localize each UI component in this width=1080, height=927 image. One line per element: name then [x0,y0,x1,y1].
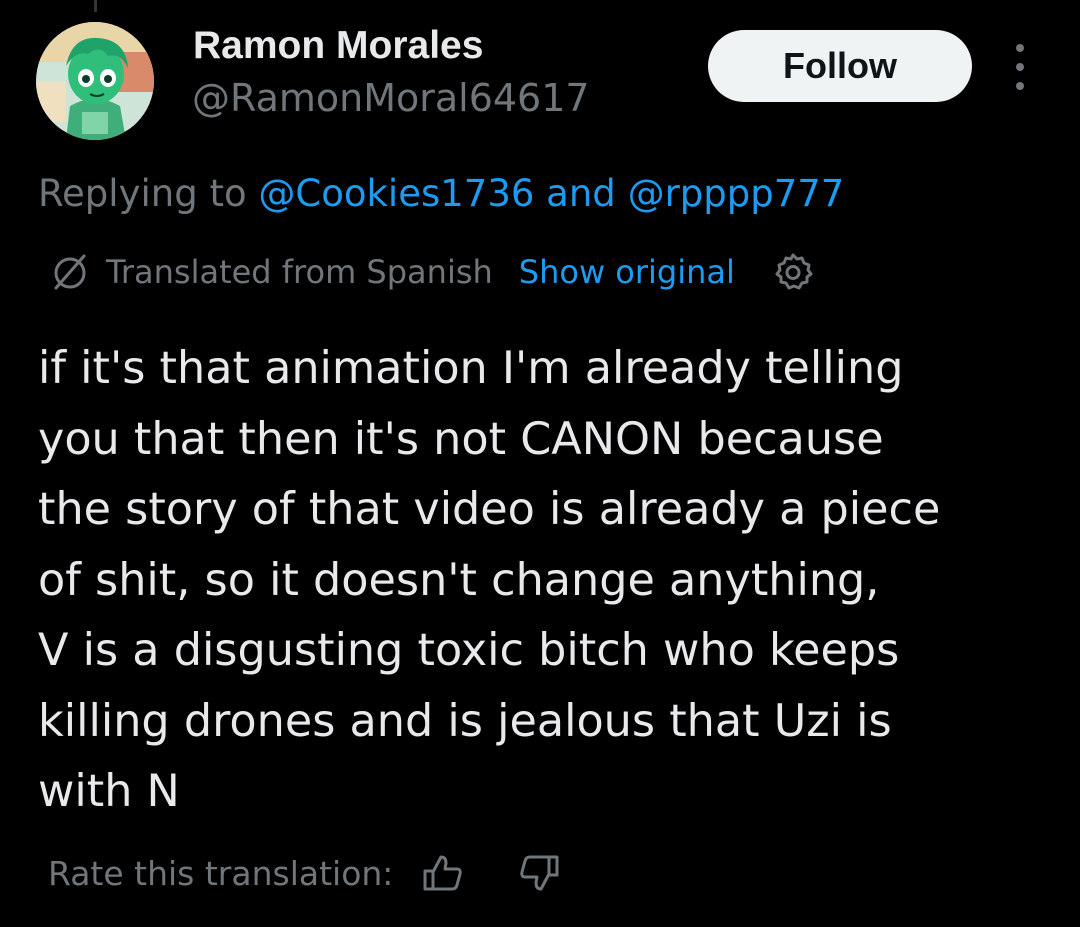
thread-connector-line [94,0,97,12]
globe-slash-icon [54,254,86,290]
avatar[interactable] [36,22,154,140]
mention-link-cookies1736[interactable]: @Cookies1736 [258,172,534,215]
thumbs-up-icon[interactable] [421,851,465,895]
more-vertical-icon[interactable] [1004,44,1036,90]
translated-from-label: Translated from Spanish [106,253,493,291]
gear-icon[interactable] [771,250,815,294]
more-dot [1016,63,1024,71]
tweet-text-line: of shit, so it doesn't change anything, [38,554,880,606]
tweet-text-line: killing drones and is jealous that Uzi i… [38,695,892,747]
tweet-text: if it's that animation I'm already telli… [38,334,1048,828]
mention-link-rpppp777[interactable]: @rpppp777 [628,172,845,215]
rate-translation-row: Rate this translation: [48,846,561,900]
more-dot [1016,82,1024,90]
reply-prefix: Replying to [38,172,247,215]
tweet-text-line: V is a disgusting toxic bitch who keeps [38,625,900,676]
thumbs-down-icon[interactable] [517,851,561,895]
reply-context: Replying to @Cookies1736 and @rpppp777 [38,172,844,215]
more-dot [1016,44,1024,52]
tweet-text-line: the story of that video is already a pie… [38,484,941,535]
reply-conjunction[interactable]: and [546,172,616,215]
tweet-text-line: with N [38,766,180,817]
user-display-name[interactable]: Ramon Morales [193,24,483,68]
user-handle[interactable]: @RamonMoral64617 [192,76,590,120]
follow-button[interactable]: Follow [708,30,972,102]
show-original-link[interactable]: Show original [519,253,735,291]
tweet-text-line: if it's that animation I'm already telli… [38,343,904,394]
rate-translation-label: Rate this translation: [48,853,394,893]
translation-notice-row: Translated from Spanish Show original [48,248,815,296]
tweet-text-line: you that then it's not CANON because [38,413,884,465]
